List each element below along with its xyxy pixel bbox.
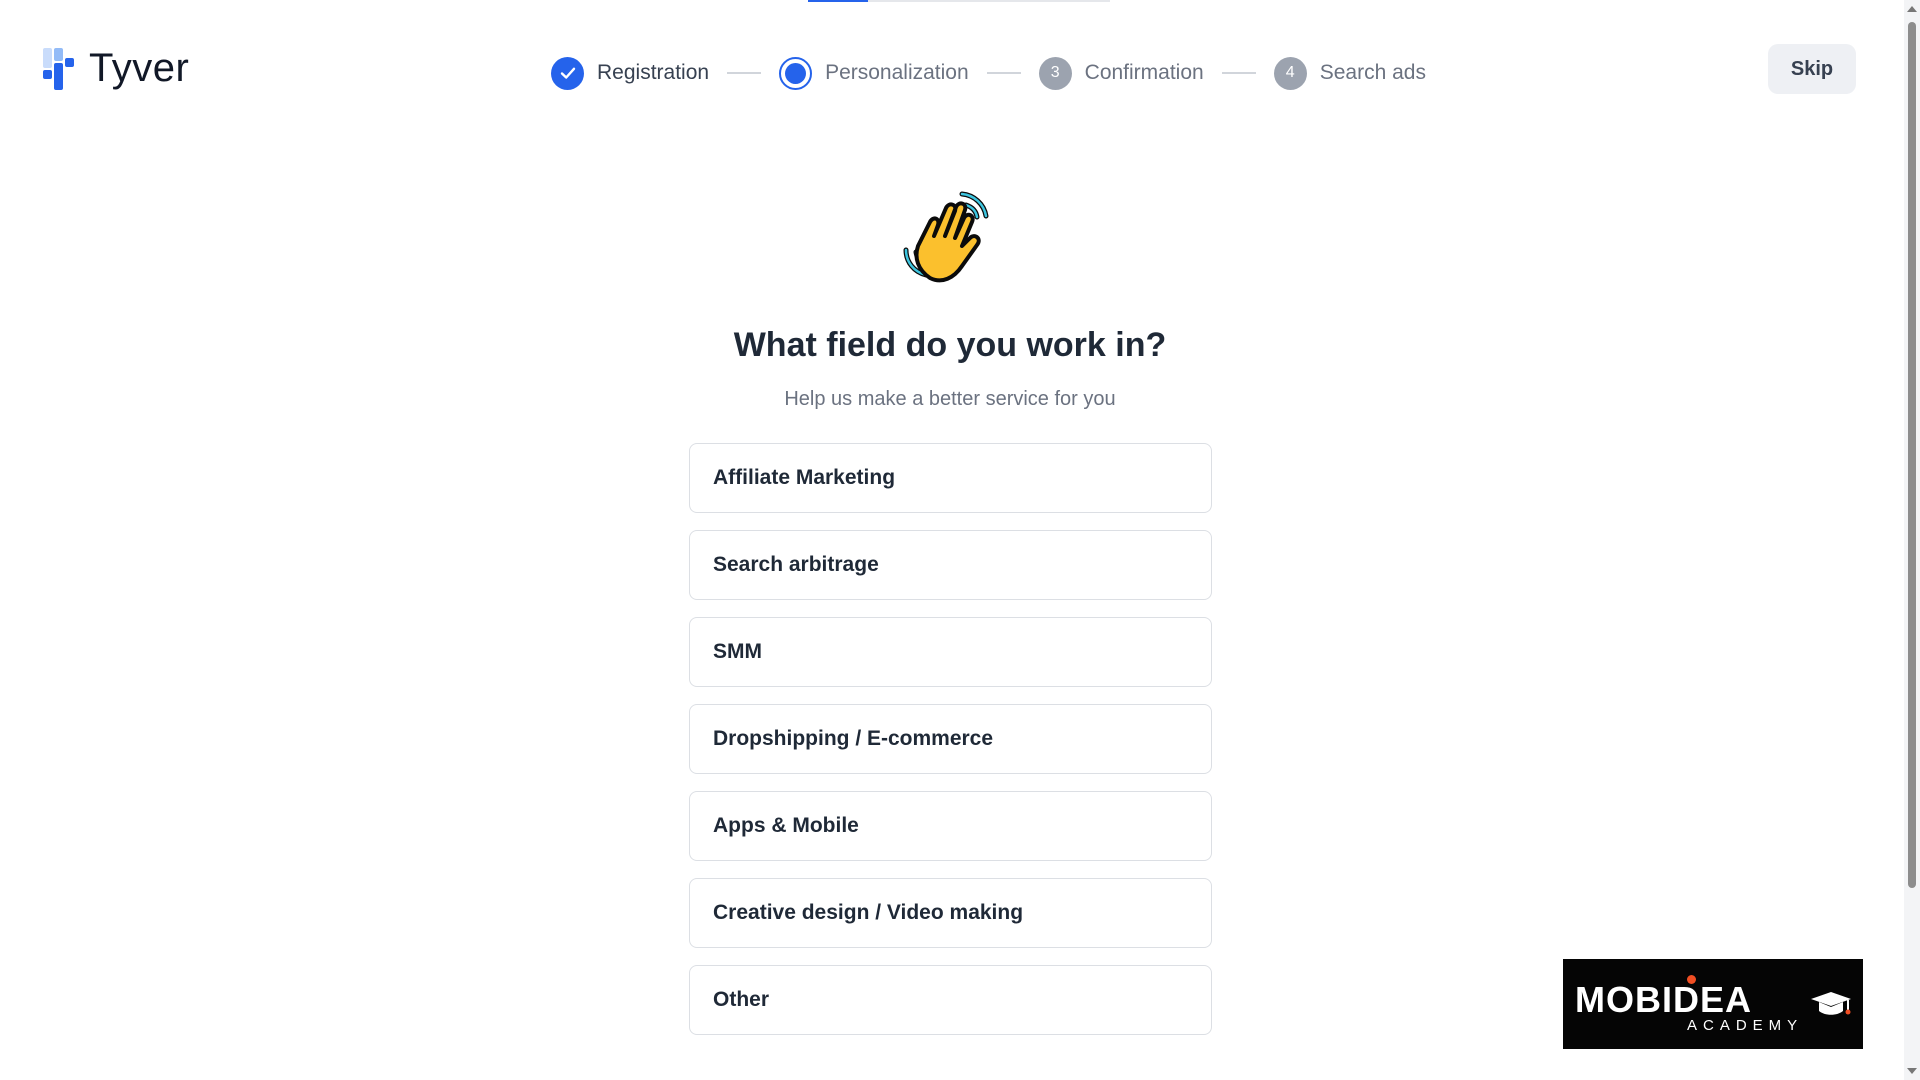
- graduation-cap-icon: [1811, 992, 1851, 1015]
- step-number: 3: [1038, 56, 1072, 90]
- brand-name: Tyver: [89, 46, 190, 90]
- step-separator: [727, 72, 762, 74]
- option-search-arbitrage[interactable]: Search arbitrage: [689, 530, 1212, 600]
- page-subtitle: Help us make a better service for you: [784, 388, 1116, 410]
- step-label: Search ads: [1319, 61, 1426, 84]
- scrollbar-thumb[interactable]: [1908, 22, 1916, 888]
- step-separator: [986, 72, 1021, 74]
- field-options-list: Affiliate Marketing Search arbitrage SMM…: [689, 443, 1212, 1035]
- option-other[interactable]: Other: [689, 965, 1212, 1035]
- step-label: Registration: [597, 61, 710, 84]
- watermark-subtitle: ACADEMY: [1687, 1017, 1804, 1034]
- scroll-down-arrow-icon[interactable]: [1907, 1068, 1917, 1074]
- check-icon: [551, 56, 584, 90]
- logo[interactable]: Tyver: [43, 46, 189, 91]
- mobidea-academy-watermark: MOBIDEA ACADEMY: [1563, 959, 1863, 1049]
- option-dropshipping-ecommerce[interactable]: Dropshipping / E-commerce: [689, 704, 1212, 774]
- option-apps-mobile[interactable]: Apps & Mobile: [689, 791, 1212, 861]
- step-personalization: Personalization: [779, 56, 969, 90]
- option-smm[interactable]: SMM: [689, 617, 1212, 687]
- scroll-up-arrow-icon[interactable]: [1907, 6, 1917, 12]
- step-search-ads: 4 Search ads: [1273, 56, 1426, 90]
- tyver-logo-icon: [43, 47, 77, 90]
- active-step-icon: [779, 56, 813, 90]
- onboarding-stepper: Registration Personalization 3 Confirmat…: [551, 55, 1426, 91]
- page-title: What field do you work in?: [733, 326, 1167, 364]
- step-number: 4: [1273, 56, 1307, 90]
- step-confirmation: 3 Confirmation: [1038, 56, 1204, 90]
- watermark-title: MOBIDEA: [1575, 979, 1752, 1020]
- option-affiliate-marketing[interactable]: Affiliate Marketing: [689, 443, 1212, 513]
- step-separator: [1221, 72, 1256, 74]
- watermark-dot: [1687, 975, 1696, 984]
- skip-button[interactable]: Skip: [1768, 44, 1856, 94]
- waving-hand-icon: [903, 191, 989, 283]
- top-progress-bar: [808, 0, 1110, 2]
- step-label: Personalization: [825, 61, 969, 84]
- step-registration: Registration: [551, 56, 710, 90]
- option-creative-design[interactable]: Creative design / Video making: [689, 878, 1212, 948]
- top-progress-fill: [808, 0, 869, 2]
- step-label: Confirmation: [1084, 61, 1204, 84]
- vertical-scrollbar[interactable]: [1904, 0, 1920, 1080]
- page: Tyver Registration Personalization 3 Con…: [0, 0, 1920, 1080]
